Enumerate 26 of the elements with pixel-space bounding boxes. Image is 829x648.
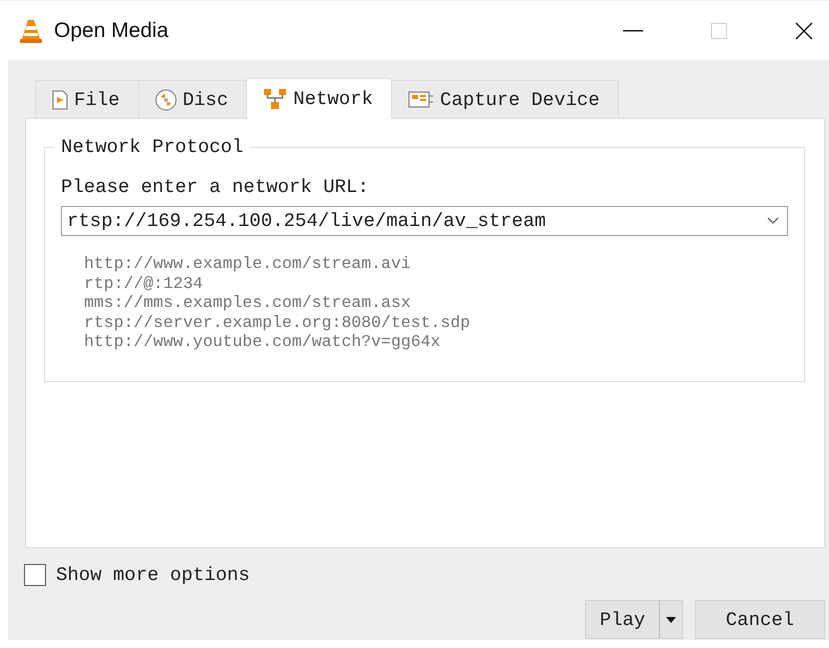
example-url: http://www.example.com/stream.avi bbox=[84, 254, 412, 274]
minimize-icon[interactable] bbox=[623, 30, 643, 32]
example-url: rtp://@:1234 bbox=[84, 274, 204, 293]
chevron-down-icon bbox=[767, 217, 779, 225]
file-icon bbox=[52, 90, 68, 110]
tab[interactable]: File bbox=[35, 80, 139, 118]
window-title: Open Media bbox=[54, 18, 168, 42]
field-label: Please enter a network URL: bbox=[61, 176, 370, 198]
example-url: mms://mms.examples.com/stream.asx bbox=[84, 293, 412, 312]
tab[interactable]: Disc bbox=[138, 80, 248, 118]
network-icon bbox=[263, 88, 288, 110]
dropdown-button[interactable] bbox=[659, 600, 683, 639]
example-url: rtsp://server.example.org:8080/test.sdp bbox=[84, 312, 472, 332]
traffic-cone-icon bbox=[20, 18, 42, 42]
url-combo-box[interactable]: rtsp://169.254.100.254/live/main/av_stream bbox=[61, 206, 788, 236]
checkbox[interactable] bbox=[24, 564, 46, 586]
example-url: http://www.youtube.com/watch?v=gg64x bbox=[84, 332, 442, 352]
play-button[interactable]: Play bbox=[585, 600, 659, 639]
capture-card-icon bbox=[408, 90, 434, 110]
disc-icon bbox=[154, 88, 177, 110]
caret-icon bbox=[666, 616, 676, 622]
tab[interactable]: Capture Device bbox=[391, 80, 619, 118]
cancel-button[interactable]: Cancel bbox=[695, 600, 825, 639]
close-icon[interactable] bbox=[795, 22, 813, 40]
checkbox-label[interactable]: Show more options bbox=[56, 564, 250, 586]
tab[interactable]: Network bbox=[246, 78, 392, 119]
